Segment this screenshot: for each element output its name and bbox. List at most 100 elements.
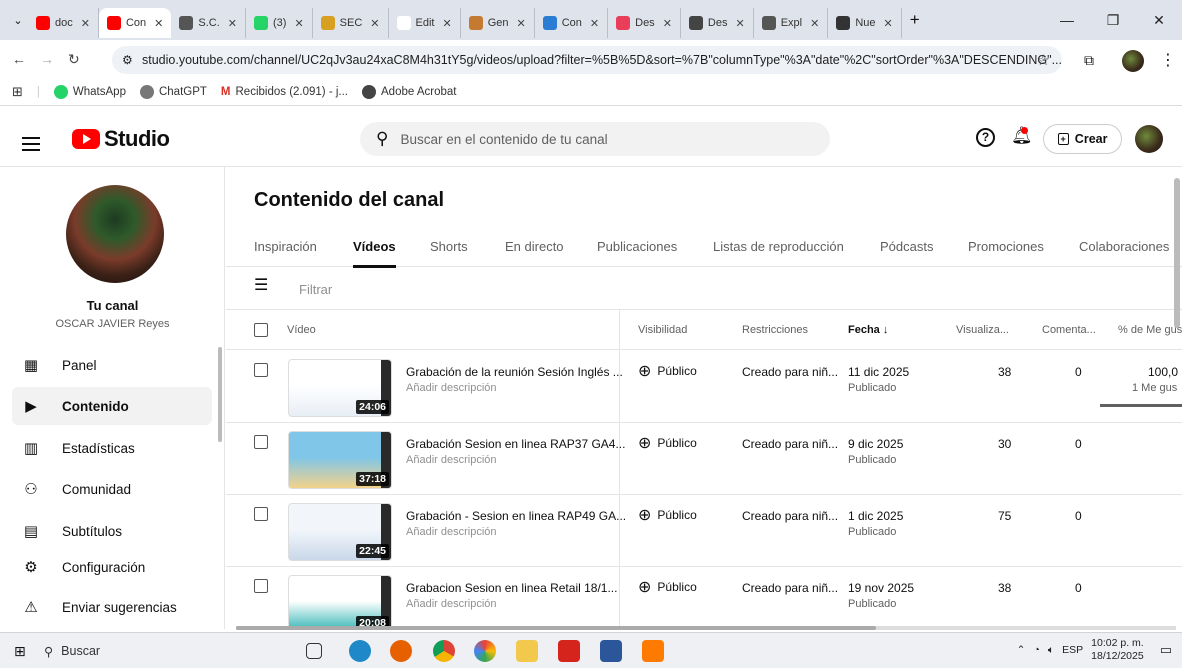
filter-bar[interactable]: ☰ Filtrar: [226, 268, 1182, 310]
sidebar-item-settings[interactable]: ⚙ Configuración: [12, 548, 212, 586]
tray-chevron-icon[interactable]: ⌃: [1017, 644, 1026, 656]
sidebar-item-feedback[interactable]: ⚠ Enviar sugerencias: [12, 588, 212, 626]
bookmark-whatsapp[interactable]: WhatsApp: [53, 84, 126, 99]
video-title[interactable]: Grabacion Sesion en linea Retail 18/1...: [406, 581, 617, 595]
chrome-icon[interactable]: [433, 640, 455, 662]
tab-3[interactable]: En directo: [505, 239, 564, 254]
browser-menu-icon[interactable]: ⋮: [1160, 50, 1176, 70]
sidebar-item-community[interactable]: ⚇ Comunidad: [12, 470, 212, 508]
table-row[interactable]: 24:06 Grabación de la reunión Sesión Ing…: [226, 351, 1182, 423]
tab-6[interactable]: Pódcasts: [880, 239, 933, 254]
task-view-icon[interactable]: [306, 643, 322, 659]
table-row[interactable]: 37:18 Grabación Sesion en linea RAP37 GA…: [226, 423, 1182, 495]
taskbar-search[interactable]: ⚲ Buscar: [44, 639, 284, 663]
pinwheel-app-icon[interactable]: [474, 640, 496, 662]
sidebar-item-analytics[interactable]: ▥ Estadísticas: [12, 429, 212, 467]
tab-close-icon[interactable]: ✕: [810, 17, 819, 30]
tab-list-chevron-icon[interactable]: ⌄: [8, 14, 28, 27]
row-checkbox[interactable]: [254, 579, 268, 593]
visibility-cell[interactable]: ⊕ Público: [638, 361, 697, 381]
back-button-icon[interactable]: ←: [12, 51, 26, 67]
clock[interactable]: 10:02 p. m. 18/12/2025: [1091, 637, 1144, 663]
visibility-cell[interactable]: ⊕ Público: [638, 505, 697, 525]
create-button[interactable]: + Crear: [1043, 124, 1122, 154]
studio-logo[interactable]: Studio: [72, 126, 170, 152]
volume-icon[interactable]: 🔈︎: [1048, 644, 1054, 657]
browser-tab[interactable]: Edit ✕: [389, 8, 461, 38]
row-checkbox[interactable]: [254, 363, 268, 377]
word-icon[interactable]: [600, 640, 622, 662]
firefox-icon[interactable]: [390, 640, 412, 662]
tab-2[interactable]: Shorts: [430, 239, 468, 254]
minimize-button[interactable]: —: [1044, 12, 1090, 28]
notification-center-icon[interactable]: ▭: [1160, 642, 1172, 658]
video-title[interactable]: Grabación - Sesion en linea RAP49 GA...: [406, 509, 626, 523]
browser-tab[interactable]: S.C. ✕: [171, 8, 246, 38]
browser-tab[interactable]: Expl ✕: [754, 8, 829, 38]
tab-close-icon[interactable]: ✕: [735, 17, 744, 30]
browser-profile-avatar[interactable]: [1122, 50, 1144, 72]
browser-tab[interactable]: Gen ✕: [461, 8, 535, 38]
col-visibility[interactable]: Visibilidad: [638, 324, 687, 336]
tab-close-icon[interactable]: ✕: [663, 17, 672, 30]
video-description[interactable]: Añadir descripción: [406, 382, 497, 394]
tab-close-icon[interactable]: ✕: [154, 17, 163, 30]
video-title[interactable]: Grabación Sesion en linea RAP37 GA4...: [406, 437, 625, 451]
tab-8[interactable]: Colaboraciones: [1079, 239, 1169, 254]
acrobat-icon[interactable]: [558, 640, 580, 662]
search-input[interactable]: ⚲ Buscar en el contenido de tu canal: [360, 122, 830, 156]
table-row[interactable]: 22:45 Grabación - Sesion en linea RAP49 …: [226, 495, 1182, 567]
visibility-cell[interactable]: ⊕ Público: [638, 433, 697, 453]
site-info-icon[interactable]: ⚙: [122, 53, 133, 67]
tab-close-icon[interactable]: ✕: [442, 17, 451, 30]
row-checkbox[interactable]: [254, 507, 268, 521]
tab-close-icon[interactable]: ✕: [294, 17, 303, 30]
bookmark-adobe[interactable]: Adobe Acrobat: [362, 84, 456, 99]
reload-button-icon[interactable]: ↻: [68, 51, 80, 68]
sidebar-scrollbar[interactable]: [218, 347, 222, 442]
visibility-cell[interactable]: ⊕ Público: [638, 577, 697, 597]
tab-close-icon[interactable]: ✕: [590, 17, 599, 30]
video-thumbnail[interactable]: 37:18: [288, 431, 392, 489]
tab-close-icon[interactable]: ✕: [517, 17, 526, 30]
col-views[interactable]: Visualiza...: [956, 324, 1009, 336]
row-checkbox[interactable]: [254, 435, 268, 449]
filter-icon[interactable]: ☰: [254, 278, 268, 294]
bookmark-star-icon[interactable]: ☆: [1037, 51, 1050, 69]
help-icon[interactable]: ?: [976, 128, 995, 147]
menu-hamburger-icon[interactable]: [22, 137, 40, 155]
apps-grid-icon[interactable]: ⊞: [12, 84, 23, 100]
browser-tab[interactable]: Con ✕: [535, 8, 609, 38]
new-tab-button[interactable]: +: [910, 10, 920, 30]
browser-tab[interactable]: Nue ✕: [828, 8, 902, 38]
select-all-checkbox[interactable]: [254, 323, 268, 337]
browser-tab[interactable]: Con ✕: [98, 8, 172, 38]
col-restrictions[interactable]: Restricciones: [742, 324, 808, 336]
tab-close-icon[interactable]: ✕: [228, 17, 237, 30]
main-scrollbar[interactable]: [1174, 178, 1180, 328]
sidebar-item-content[interactable]: ▶ Contenido: [12, 387, 212, 425]
table-row[interactable]: 20:08 Grabacion Sesion en linea Retail 1…: [226, 567, 1182, 629]
wifi-icon[interactable]: ◔: [1033, 644, 1039, 656]
browser-tab[interactable]: (3) ✕: [246, 8, 313, 38]
video-description[interactable]: Añadir descripción: [406, 526, 497, 538]
sidebar-item-dashboard[interactable]: ▦ Panel: [12, 346, 212, 384]
windows-start-icon[interactable]: ⊞: [14, 643, 26, 660]
restore-button[interactable]: ❐: [1090, 12, 1136, 29]
bookmark-gmail[interactable]: M Recibidos (2.091) - j...: [221, 86, 348, 98]
browser-tab[interactable]: Des ✕: [608, 8, 681, 38]
horizontal-scrollbar[interactable]: [236, 626, 1176, 630]
browser-tab[interactable]: SEC ✕: [313, 8, 389, 38]
video-thumbnail[interactable]: 20:08: [288, 575, 392, 629]
browser-tab[interactable]: Des ✕: [681, 8, 754, 38]
tab-1[interactable]: Vídeos: [353, 239, 396, 268]
extensions-icon[interactable]: ⧉: [1084, 52, 1094, 69]
tab-close-icon[interactable]: ✕: [81, 17, 90, 30]
bookmark-chatgpt[interactable]: ChatGPT: [139, 84, 207, 99]
sidebar-item-subtitles[interactable]: ▤ Subtítulos: [12, 512, 212, 550]
browser-tab[interactable]: doc ✕: [28, 8, 99, 38]
file-explorer-icon[interactable]: [516, 640, 538, 662]
horizontal-scroll-thumb[interactable]: [236, 626, 876, 630]
tab-0[interactable]: Inspiración: [254, 239, 317, 254]
channel-title[interactable]: Tu canal: [0, 298, 225, 313]
